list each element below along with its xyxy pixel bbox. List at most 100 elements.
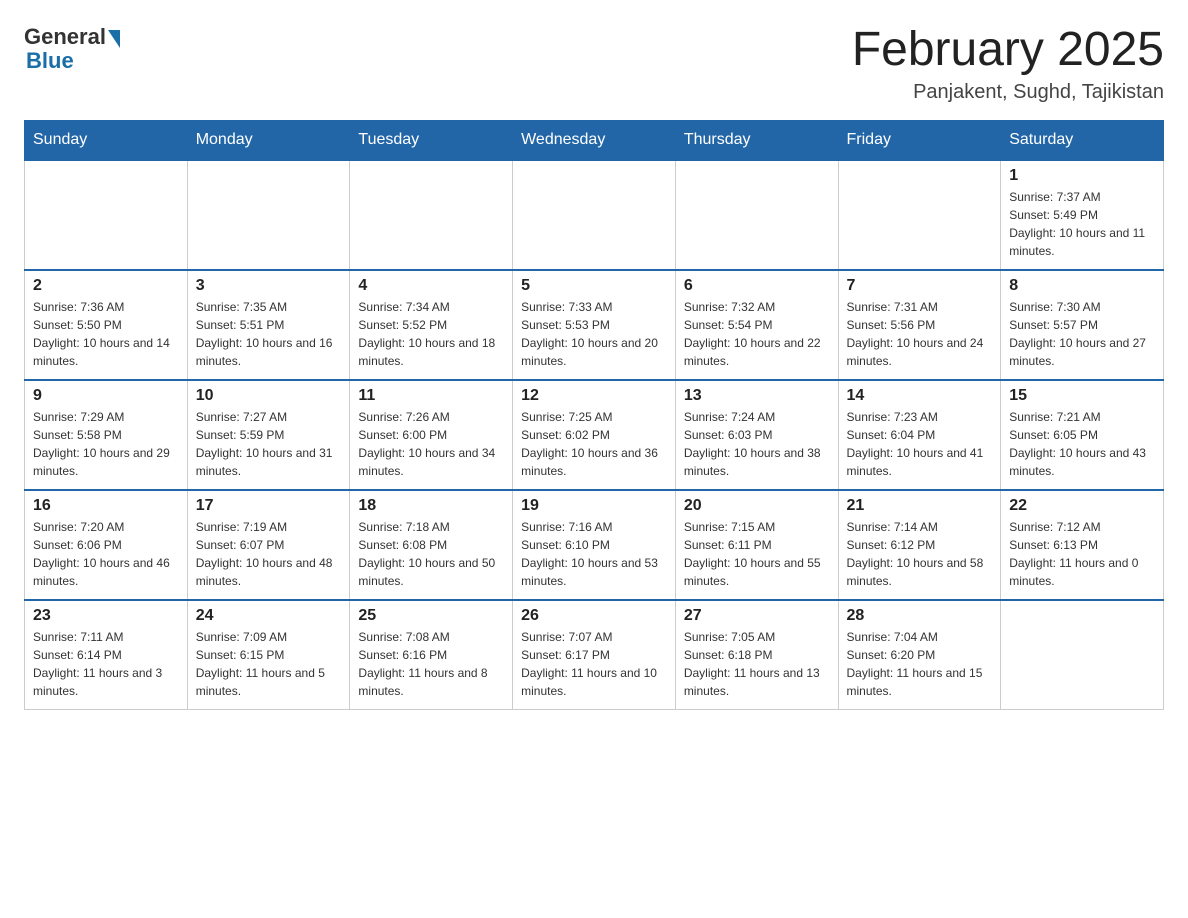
calendar-cell (838, 160, 1001, 270)
day-info: Sunrise: 7:26 AMSunset: 6:00 PMDaylight:… (358, 408, 504, 480)
calendar-cell: 12Sunrise: 7:25 AMSunset: 6:02 PMDayligh… (513, 380, 676, 490)
day-info: Sunrise: 7:34 AMSunset: 5:52 PMDaylight:… (358, 298, 504, 370)
day-info: Sunrise: 7:14 AMSunset: 6:12 PMDaylight:… (847, 518, 993, 590)
day-number: 19 (521, 497, 667, 515)
day-number: 28 (847, 607, 993, 625)
calendar-cell: 2 Sunrise: 7:36 AMSunset: 5:50 PMDaylight… (25, 270, 188, 380)
calendar-cell: 17 Sunrise: 7:19 AMSunset: 6:07 PMDayligh… (187, 490, 350, 600)
calendar-week-row: 2 Sunrise: 7:36 AMSunset: 5:50 PMDaylight… (25, 270, 1164, 380)
day-info: Sunrise: 7:12 AMSunset: 6:13 PMDaylight:… (1009, 518, 1155, 590)
calendar-cell: 3 Sunrise: 7:35 AMSunset: 5:51 PMDaylight… (187, 270, 350, 380)
calendar-cell: 26 Sunrise: 7:07 AMSunset: 6:17 PMDayligh… (513, 600, 676, 710)
day-number: 17 (196, 497, 342, 515)
day-number: 12 (521, 387, 667, 405)
calendar-cell: 19 Sunrise: 7:16 AMSunset: 6:10 PMDayligh… (513, 490, 676, 600)
day-number: 20 (684, 497, 830, 515)
calendar-cell: 15 Sunrise: 7:21 AMSunset: 6:05 PMDayligh… (1001, 380, 1164, 490)
calendar-cell: 21 Sunrise: 7:14 AMSunset: 6:12 PMDayligh… (838, 490, 1001, 600)
day-number: 11 (358, 387, 504, 405)
day-number: 24 (196, 607, 342, 625)
calendar-cell: 25Sunrise: 7:08 AMSunset: 6:16 PMDayligh… (350, 600, 513, 710)
day-info: Sunrise: 7:32 AMSunset: 5:54 PMDaylight:… (684, 298, 830, 370)
day-info: Sunrise: 7:30 AMSunset: 5:57 PMDaylight:… (1009, 298, 1155, 370)
day-info: Sunrise: 7:11 AMSunset: 6:14 PMDaylight:… (33, 628, 179, 700)
calendar-cell (675, 160, 838, 270)
calendar-cell: 27Sunrise: 7:05 AMSunset: 6:18 PMDayligh… (675, 600, 838, 710)
page-header: General Blue February 2025 Panjakent, Su… (24, 24, 1164, 104)
calendar-cell: 22 Sunrise: 7:12 AMSunset: 6:13 PMDayligh… (1001, 490, 1164, 600)
day-info: Sunrise: 7:36 AMSunset: 5:50 PMDaylight:… (33, 298, 179, 370)
day-number: 10 (196, 387, 342, 405)
day-info: Sunrise: 7:07 AMSunset: 6:17 PMDaylight:… (521, 628, 667, 700)
calendar-cell: 28 Sunrise: 7:04 AMSunset: 6:20 PMDayligh… (838, 600, 1001, 710)
day-number: 23 (33, 607, 179, 625)
logo-blue-text: Blue (26, 48, 74, 74)
weekday-header-row: SundayMondayTuesdayWednesdayThursdayFrid… (25, 120, 1164, 160)
day-info: Sunrise: 7:31 AMSunset: 5:56 PMDaylight:… (847, 298, 993, 370)
day-info: Sunrise: 7:23 AMSunset: 6:04 PMDaylight:… (847, 408, 993, 480)
weekday-header-thursday: Thursday (675, 120, 838, 160)
day-number: 16 (33, 497, 179, 515)
calendar-cell (513, 160, 676, 270)
day-number: 6 (684, 277, 830, 295)
calendar-cell: 10 Sunrise: 7:27 AMSunset: 5:59 PMDayligh… (187, 380, 350, 490)
day-info: Sunrise: 7:29 AMSunset: 5:58 PMDaylight:… (33, 408, 179, 480)
day-number: 9 (33, 387, 179, 405)
weekday-header-tuesday: Tuesday (350, 120, 513, 160)
day-number: 1 (1009, 167, 1155, 185)
day-info: Sunrise: 7:35 AMSunset: 5:51 PMDaylight:… (196, 298, 342, 370)
day-info: Sunrise: 7:33 AMSunset: 5:53 PMDaylight:… (521, 298, 667, 370)
day-info: Sunrise: 7:19 AMSunset: 6:07 PMDaylight:… (196, 518, 342, 590)
logo-arrow-icon (108, 30, 120, 48)
location-title: Panjakent, Sughd, Tajikistan (852, 81, 1164, 104)
day-number: 15 (1009, 387, 1155, 405)
calendar-week-row: 16 Sunrise: 7:20 AMSunset: 6:06 PMDayligh… (25, 490, 1164, 600)
day-info: Sunrise: 7:27 AMSunset: 5:59 PMDaylight:… (196, 408, 342, 480)
weekday-header-monday: Monday (187, 120, 350, 160)
weekday-header-wednesday: Wednesday (513, 120, 676, 160)
day-info: Sunrise: 7:37 AMSunset: 5:49 PMDaylight:… (1009, 188, 1155, 260)
day-number: 18 (358, 497, 504, 515)
day-number: 2 (33, 277, 179, 295)
calendar-cell (25, 160, 188, 270)
calendar-cell: 13Sunrise: 7:24 AMSunset: 6:03 PMDayligh… (675, 380, 838, 490)
title-block: February 2025 Panjakent, Sughd, Tajikist… (852, 24, 1164, 104)
calendar-cell: 8 Sunrise: 7:30 AMSunset: 5:57 PMDaylight… (1001, 270, 1164, 380)
month-title: February 2025 (852, 24, 1164, 77)
day-number: 21 (847, 497, 993, 515)
day-info: Sunrise: 7:16 AMSunset: 6:10 PMDaylight:… (521, 518, 667, 590)
calendar-cell: 1 Sunrise: 7:37 AMSunset: 5:49 PMDaylight… (1001, 160, 1164, 270)
day-info: Sunrise: 7:04 AMSunset: 6:20 PMDaylight:… (847, 628, 993, 700)
calendar-cell (1001, 600, 1164, 710)
calendar-cell: 5Sunrise: 7:33 AMSunset: 5:53 PMDaylight… (513, 270, 676, 380)
day-info: Sunrise: 7:15 AMSunset: 6:11 PMDaylight:… (684, 518, 830, 590)
day-info: Sunrise: 7:18 AMSunset: 6:08 PMDaylight:… (358, 518, 504, 590)
calendar-cell (350, 160, 513, 270)
day-number: 22 (1009, 497, 1155, 515)
weekday-header-saturday: Saturday (1001, 120, 1164, 160)
day-number: 27 (684, 607, 830, 625)
day-info: Sunrise: 7:20 AMSunset: 6:06 PMDaylight:… (33, 518, 179, 590)
calendar-week-row: 1 Sunrise: 7:37 AMSunset: 5:49 PMDaylight… (25, 160, 1164, 270)
calendar-cell: 24 Sunrise: 7:09 AMSunset: 6:15 PMDayligh… (187, 600, 350, 710)
day-number: 13 (684, 387, 830, 405)
calendar-cell: 14 Sunrise: 7:23 AMSunset: 6:04 PMDayligh… (838, 380, 1001, 490)
weekday-header-sunday: Sunday (25, 120, 188, 160)
day-number: 8 (1009, 277, 1155, 295)
calendar-cell: 11 Sunrise: 7:26 AMSunset: 6:00 PMDayligh… (350, 380, 513, 490)
day-info: Sunrise: 7:21 AMSunset: 6:05 PMDaylight:… (1009, 408, 1155, 480)
calendar-cell: 18 Sunrise: 7:18 AMSunset: 6:08 PMDayligh… (350, 490, 513, 600)
day-info: Sunrise: 7:09 AMSunset: 6:15 PMDaylight:… (196, 628, 342, 700)
calendar-cell: 16 Sunrise: 7:20 AMSunset: 6:06 PMDayligh… (25, 490, 188, 600)
day-number: 14 (847, 387, 993, 405)
logo: General Blue (24, 24, 120, 74)
calendar-table: SundayMondayTuesdayWednesdayThursdayFrid… (24, 120, 1164, 711)
day-number: 3 (196, 277, 342, 295)
day-number: 4 (358, 277, 504, 295)
calendar-week-row: 23 Sunrise: 7:11 AMSunset: 6:14 PMDayligh… (25, 600, 1164, 710)
day-number: 25 (358, 607, 504, 625)
calendar-cell (187, 160, 350, 270)
calendar-cell: 20 Sunrise: 7:15 AMSunset: 6:11 PMDayligh… (675, 490, 838, 600)
day-number: 26 (521, 607, 667, 625)
day-number: 7 (847, 277, 993, 295)
